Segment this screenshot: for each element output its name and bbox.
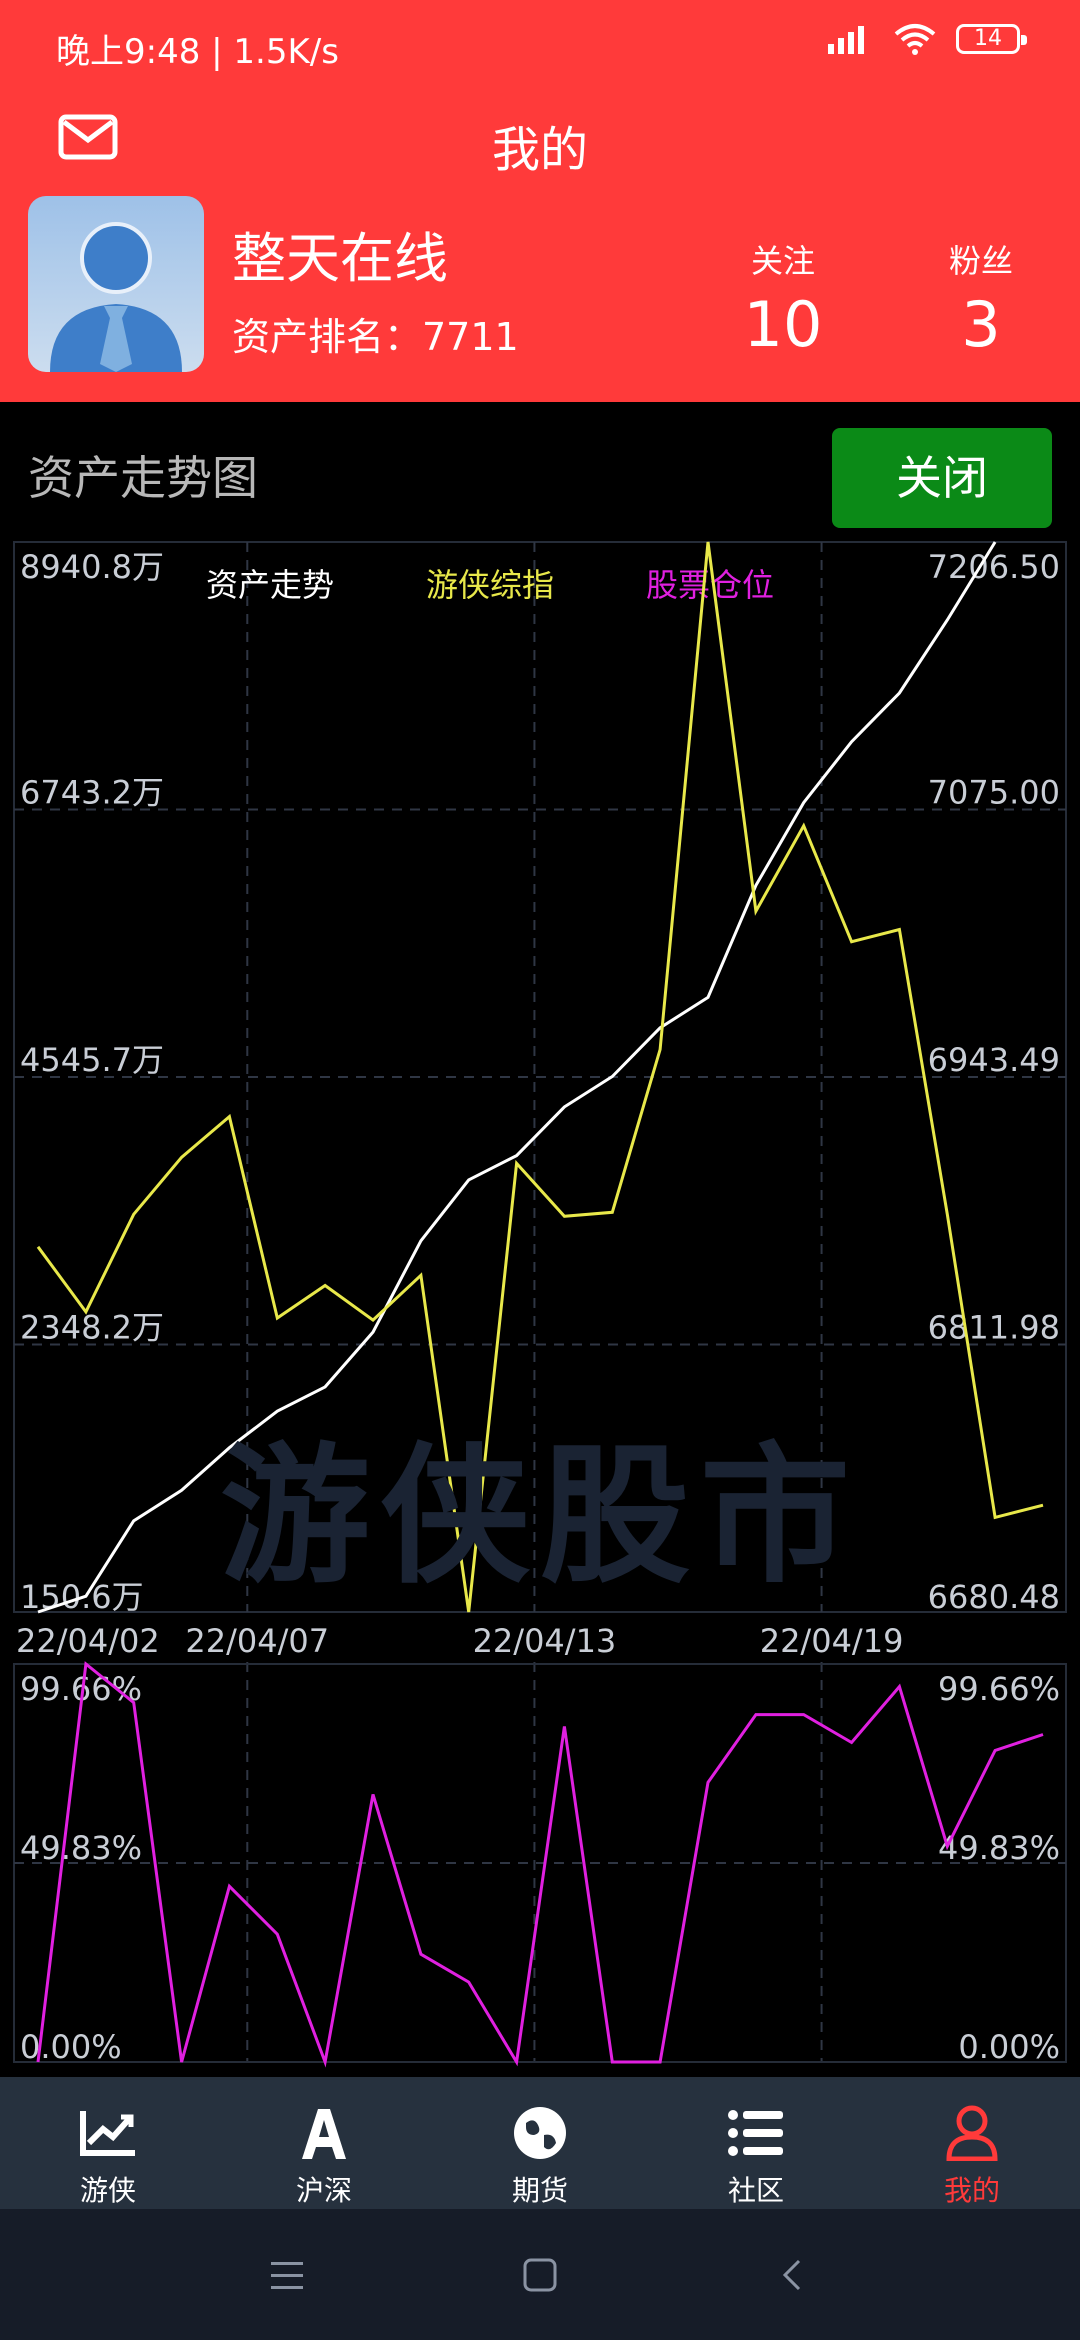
position-y-left-label: 49.83% (20, 1829, 142, 1867)
avatar-person-icon (50, 222, 182, 372)
nav-label: 社区 (727, 2174, 784, 2207)
position-y-left-label: 0.00% (20, 2028, 122, 2066)
legend-label: 游侠综指 (426, 566, 554, 604)
asset-rank: 资产排名：7711 (232, 315, 519, 359)
position-y-right-label: 99.66% (938, 1670, 1060, 1708)
y-left-tick-label: 2348.2万 (20, 1309, 164, 1347)
position-y-right-label: 0.00% (958, 2028, 1060, 2066)
x-tick-label: 22/04/19 (760, 1622, 904, 1660)
status-time: 晚上9:48 | 1.5K/s (56, 32, 339, 72)
y-right-tick-label: 6811.98 (928, 1309, 1060, 1347)
letter-a-icon (302, 2109, 346, 2159)
x-tick-label: 22/04/02 (16, 1622, 160, 1660)
following-stat[interactable]: 关注 10 (713, 236, 853, 361)
status-bar: 晚上9:48 | 1.5K/s 14 (0, 0, 1080, 96)
list-icon (728, 2110, 783, 2156)
y-right-tick-label: 7206.50 (928, 548, 1060, 586)
section-title: 资产走势图 (28, 451, 258, 505)
following-count: 10 (743, 288, 823, 361)
avatar[interactable] (28, 196, 204, 372)
x-tick-label: 22/04/07 (185, 1622, 329, 1660)
y-left-tick-label: 6743.2万 (20, 774, 164, 812)
followers-stat[interactable]: 粉丝 3 (911, 236, 1051, 361)
followers-label: 粉丝 (948, 242, 1013, 280)
chart-area: 150.6万 2348.2万 4545.7万 6743.2万 8940.8万 6680.4… (0, 522, 1080, 2077)
nav-label: 游侠 (79, 2174, 136, 2207)
y-left-tick-label: 8940.8万 (20, 548, 164, 586)
signal-icon (828, 26, 864, 54)
close-button[interactable]: 关闭 (832, 428, 1052, 528)
profile-header: 我的 整天在线 资产排名：7711 关注 10 粉丝 3 (0, 96, 1080, 402)
nav-item-mine[interactable]: 我的 (864, 2077, 1080, 2209)
nav-label: 沪深 (295, 2174, 352, 2207)
nav-item-hushen[interactable]: 沪深 (216, 2077, 432, 2209)
y-right-tick-label: 7075.00 (928, 774, 1060, 812)
nav-label: 期货 (511, 2174, 568, 2207)
followers-count: 3 (961, 288, 1001, 361)
battery-indicator: 14 (956, 24, 1027, 54)
home-icon[interactable] (520, 2255, 560, 2295)
position-y-right-label: 49.83% (938, 1829, 1060, 1867)
chart-section-header: 资产走势图 关闭 (0, 402, 1080, 528)
nav-item-youxia[interactable]: 游侠 (0, 2077, 216, 2209)
username: 整天在线 (232, 227, 448, 290)
nav-item-futures[interactable]: 期货 (432, 2077, 648, 2209)
x-tick-label: 22/04/13 (473, 1622, 617, 1660)
nav-item-community[interactable]: 社区 (648, 2077, 864, 2209)
status-icons: 14 (822, 22, 1027, 56)
system-nav-bar (0, 2209, 1080, 2340)
user-icon (946, 2105, 998, 2161)
page-title: 我的 (491, 122, 588, 178)
wifi-icon (894, 24, 936, 55)
bottom-nav: 游侠 沪深 期货 社区 我的 (0, 2077, 1080, 2209)
following-label: 关注 (750, 242, 815, 280)
y-left-tick-label: 4545.7万 (20, 1041, 164, 1079)
y-right-tick-label: 6680.48 (928, 1578, 1060, 1616)
nav-label: 我的 (943, 2174, 1000, 2207)
y-right-tick-label: 6943.49 (928, 1041, 1060, 1079)
trend-chart-icon (80, 2111, 135, 2156)
menu-icon[interactable] (267, 2258, 307, 2292)
globe-icon (514, 2107, 566, 2159)
asset-chart: 150.6万2348.2万4545.7万6743.2万8940.8万6680.4… (13, 541, 1067, 2068)
back-icon[interactable] (773, 2255, 813, 2295)
legend-label: 资产走势 (206, 566, 334, 604)
legend-label: 股票仓位 (646, 566, 774, 604)
